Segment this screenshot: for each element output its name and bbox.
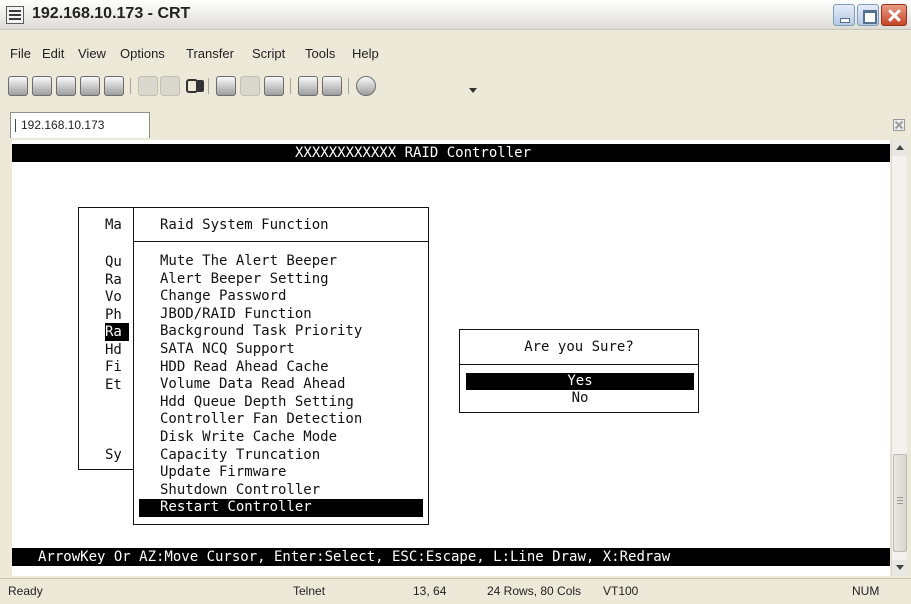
- find-icon[interactable]: [184, 76, 204, 96]
- status-cursor-position: 13, 64: [413, 584, 447, 598]
- menu-tools[interactable]: Tools: [305, 46, 335, 61]
- rsf-item-write-cache[interactable]: Disk Write Cache Mode: [139, 429, 423, 447]
- reconnect-icon[interactable]: [80, 76, 100, 96]
- toolbar: [0, 70, 911, 100]
- status-protocol: Telnet: [293, 584, 326, 598]
- close-tab-icon[interactable]: [893, 119, 905, 131]
- minimize-button[interactable]: [833, 4, 855, 26]
- rsf-item-volume-read-ahead[interactable]: Volume Data Read Ahead: [139, 376, 423, 394]
- divider: [460, 364, 698, 365]
- vertical-scrollbar[interactable]: [891, 140, 908, 576]
- print-icon[interactable]: [264, 76, 284, 96]
- title-bar[interactable]: 192.168.10.173 - CRT: [0, 0, 911, 30]
- scroll-down-icon[interactable]: [892, 560, 908, 576]
- main-menu-item[interactable]: Et: [105, 376, 129, 394]
- menu-transfer[interactable]: Transfer: [186, 46, 234, 61]
- menu-script[interactable]: Script: [252, 46, 285, 61]
- status-bar: Ready Telnet 13, 64 24 Rows, 80 Cols VT1…: [0, 578, 911, 604]
- confirm-yes-option[interactable]: Yes: [466, 373, 694, 390]
- rsf-item-sata-ncq[interactable]: SATA NCQ Support: [139, 341, 423, 359]
- log-session-icon[interactable]: [240, 76, 260, 96]
- help-icon[interactable]: [356, 76, 376, 96]
- confirm-title: Are you Sure?: [524, 339, 634, 355]
- raid-system-function-panel: Raid System Function Mute The Alert Beep…: [133, 207, 429, 525]
- menu-options[interactable]: Options: [120, 46, 165, 61]
- main-menu-item[interactable]: Qu: [105, 253, 129, 271]
- confirm-no-option[interactable]: No: [466, 390, 694, 407]
- menu-bar: File Edit View Options Transfer Script T…: [0, 44, 911, 66]
- connect-icon[interactable]: [8, 76, 28, 96]
- divider: [134, 241, 428, 242]
- confirm-dialog: Are you Sure? Yes No: [459, 329, 699, 413]
- toolbar-separator: [130, 78, 131, 94]
- session-tab[interactable]: 192.168.10.173: [10, 112, 150, 138]
- copy-icon[interactable]: [138, 76, 158, 96]
- rsf-item-beeper-setting[interactable]: Alert Beeper Setting: [139, 271, 423, 289]
- toolbar-dropdown-icon[interactable]: [469, 88, 477, 93]
- rsf-item-capacity-truncation[interactable]: Capacity Truncation: [139, 447, 423, 465]
- rsf-item-shutdown-controller[interactable]: Shutdown Controller: [139, 482, 423, 500]
- terminal-header: XXXXXXXXXXXX RAID Controller: [295, 145, 532, 161]
- app-icon[interactable]: [6, 6, 24, 24]
- toolbar-separator: [208, 78, 209, 94]
- main-menu-item-selected[interactable]: Ra: [105, 323, 129, 341]
- close-button[interactable]: [881, 4, 907, 26]
- toolbar-separator: [348, 78, 349, 94]
- sftp-icon[interactable]: [298, 76, 318, 96]
- window-title: 192.168.10.173 - CRT: [32, 5, 191, 22]
- session-options-icon[interactable]: [216, 76, 236, 96]
- main-menu-item[interactable]: Vo: [105, 288, 129, 306]
- tab-strip: 192.168.10.173: [0, 112, 911, 138]
- status-num-lock: NUM: [852, 584, 880, 598]
- quick-connect-icon[interactable]: [32, 76, 52, 96]
- main-menu-item[interactable]: Ph: [105, 306, 129, 324]
- status-ready: Ready: [8, 584, 43, 598]
- rsf-item-change-password[interactable]: Change Password: [139, 288, 423, 306]
- paste-icon[interactable]: [160, 76, 180, 96]
- main-menu-title: Ma: [105, 217, 122, 233]
- terminal-screen[interactable]: XXXXXXXXXXXX RAID Controller Ma Qu Ra Vo…: [12, 140, 890, 576]
- main-menu-item[interactable]: Ra: [105, 271, 129, 289]
- menu-edit[interactable]: Edit: [42, 46, 64, 61]
- menu-help[interactable]: Help: [352, 46, 379, 61]
- terminal-help-line: ArrowKey Or AZ:Move Cursor, Enter:Select…: [12, 548, 890, 566]
- rsf-item-queue-depth[interactable]: Hdd Queue Depth Setting: [139, 394, 423, 412]
- scroll-up-icon[interactable]: [892, 140, 908, 156]
- raid-system-function-title: Raid System Function: [160, 217, 329, 233]
- menu-file[interactable]: File: [10, 46, 31, 61]
- menu-view[interactable]: View: [78, 46, 106, 61]
- rsf-item-mute-beeper[interactable]: Mute The Alert Beeper: [139, 253, 423, 271]
- keymap-icon[interactable]: [322, 76, 342, 96]
- main-menu-item[interactable]: Hd: [105, 341, 129, 359]
- main-menu-item[interactable]: Sy: [105, 446, 129, 464]
- status-emulation: VT100: [603, 584, 639, 598]
- main-menu-item[interactable]: Fi: [105, 358, 129, 376]
- toolbar-separator: [290, 78, 291, 94]
- crt-window: 192.168.10.173 - CRT File Edit View Opti…: [0, 0, 911, 604]
- rsf-item-update-firmware[interactable]: Update Firmware: [139, 464, 423, 482]
- disconnect-icon[interactable]: [104, 76, 124, 96]
- rsf-item-restart-controller[interactable]: Restart Controller: [139, 499, 423, 517]
- connect-in-tab-icon[interactable]: [56, 76, 76, 96]
- rsf-item-fan-detection[interactable]: Controller Fan Detection: [139, 411, 423, 429]
- scroll-thumb[interactable]: [893, 454, 907, 552]
- status-size: 24 Rows, 80 Cols: [487, 584, 582, 598]
- main-menu-panel: Ma Qu Ra Vo Ph Ra Hd Fi Et Sy: [78, 207, 138, 470]
- maximize-button[interactable]: [857, 4, 879, 26]
- rsf-item-hdd-read-ahead[interactable]: HDD Read Ahead Cache: [139, 359, 423, 377]
- rsf-item-jbod-raid[interactable]: JBOD/RAID Function: [139, 306, 423, 324]
- rsf-item-background-priority[interactable]: Background Task Priority: [139, 323, 423, 341]
